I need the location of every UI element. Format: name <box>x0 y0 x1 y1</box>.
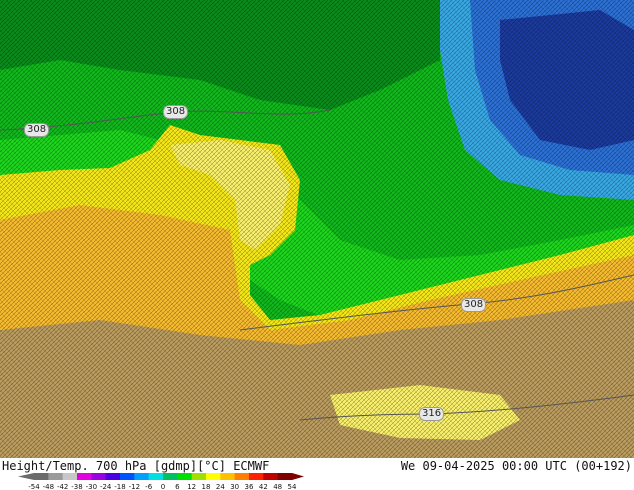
colorbar-tick-label: 6 <box>175 483 180 490</box>
wind-barb-texture-secondary <box>0 0 634 458</box>
colorbar-tick-label: -12 <box>129 483 140 490</box>
contour-label-308-east: 308 <box>461 298 487 312</box>
colorbar-tick-label: 18 <box>202 483 211 490</box>
colorbar-tick-label: -30 <box>86 483 97 490</box>
colorbar-tick-label: 0 <box>161 483 165 490</box>
colorbar-swatch <box>34 473 49 480</box>
contour-label-308-center: 308 <box>163 105 189 119</box>
map-svg <box>0 0 634 458</box>
colorbar-swatch <box>263 473 279 480</box>
colorbar-right-arrow <box>292 473 304 480</box>
colorbar-tick-label: 24 <box>216 483 225 490</box>
colorbar-tick-label: -42 <box>57 483 68 490</box>
colorbar-swatch <box>91 473 107 480</box>
colorbar-swatch <box>120 473 135 480</box>
colorbar-tick-label: -18 <box>114 483 125 490</box>
contour-label-316: 316 <box>419 407 445 421</box>
colorbar-tick-label: 48 <box>273 483 282 490</box>
colorbar-left-arrow <box>18 473 34 480</box>
footer: Height/Temp. 700 hPa [gdmp][°C] ECMWF We… <box>0 458 634 490</box>
colorbar-swatch <box>249 473 264 480</box>
colorbar-swatch <box>206 473 221 480</box>
colorbar-swatch <box>62 473 78 480</box>
colorbar-tick-label: 12 <box>187 483 196 490</box>
colorbar-swatch <box>177 473 193 480</box>
colorbar-swatch <box>134 473 150 480</box>
colorbar-tick-label: -54 <box>28 483 40 490</box>
map-datetime: We 09-04-2025 00:00 UTC (00+192) <box>400 459 632 473</box>
colorbar-tick-label: 30 <box>230 483 239 490</box>
colorbar-swatch <box>234 473 250 480</box>
temperature-colorbar: -54 -48 -42 -38 -30 -24 -18 -12 -6 0 6 12 18 24 30 36 42… <box>18 473 304 490</box>
colorbar-swatch <box>105 473 121 480</box>
colorbar-swatch <box>48 473 64 480</box>
colorbar-tick-label: -6 <box>145 483 153 490</box>
colorbar-tick-label: 36 <box>245 483 254 490</box>
colorbar-swatch <box>220 473 236 480</box>
colorbar-tick-label: 54 <box>288 483 297 490</box>
contour-label-308-west: 308 <box>24 123 50 137</box>
colorbar-tick-label: -48 <box>43 483 54 490</box>
colorbar-swatch <box>191 473 207 480</box>
colorbar-tick-label: 42 <box>259 483 268 490</box>
colorbar-tick-label: -24 <box>100 483 112 490</box>
map-title: Height/Temp. 700 hPa [gdmp][°C] ECMWF <box>2 459 270 473</box>
colorbar-swatch <box>148 473 164 480</box>
colorbar-swatch <box>77 473 92 480</box>
weather-map: 308 308 308 316 <box>0 0 634 458</box>
colorbar-swatch <box>163 473 178 480</box>
colorbar-swatch <box>277 473 293 480</box>
colorbar-tick-label: -38 <box>71 483 82 490</box>
